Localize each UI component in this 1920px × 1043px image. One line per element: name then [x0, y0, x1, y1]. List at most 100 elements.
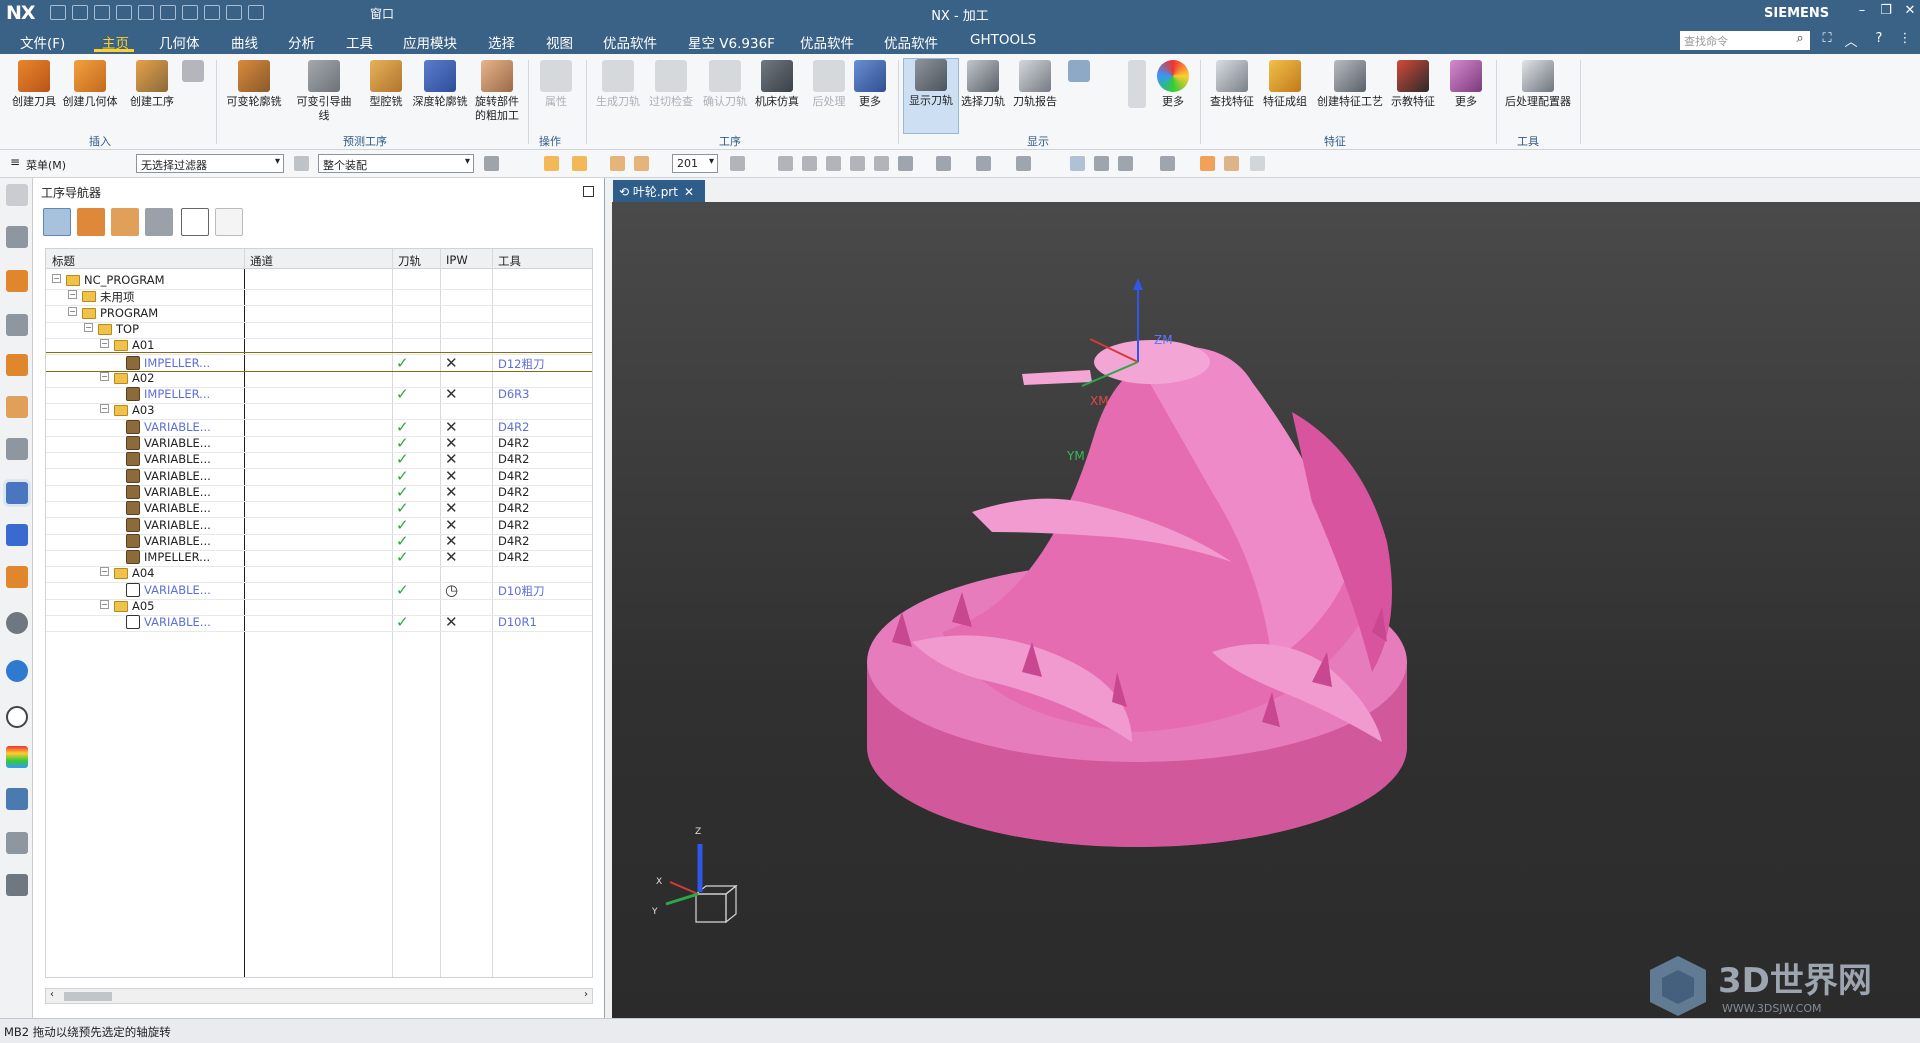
assembly-navigator-icon[interactable]: [6, 226, 28, 248]
view-fit-icon[interactable]: [898, 156, 913, 171]
expand-toggle-icon[interactable]: −: [100, 600, 109, 609]
col-channel[interactable]: 通道: [250, 253, 273, 269]
machine-tool-view-icon[interactable]: [77, 208, 105, 236]
snap-4-icon[interactable]: [826, 156, 841, 171]
scrollbar-thumb[interactable]: [64, 992, 112, 1001]
geometry-view-icon[interactable]: [111, 208, 139, 236]
verify-path-button[interactable]: 确认刀轨: [697, 60, 753, 109]
post-configurator-button[interactable]: 后处理配置器: [1500, 60, 1576, 109]
more-feature-button[interactable]: 更多: [1440, 60, 1492, 109]
add-column-icon[interactable]: [181, 208, 209, 236]
menu-youpin-3[interactable]: 优品软件: [884, 32, 938, 52]
variable-guide-curve-button[interactable]: 可变引导曲线: [292, 60, 356, 123]
menu-select[interactable]: 选择: [488, 32, 515, 52]
close-tab-icon[interactable]: ✕: [684, 185, 694, 199]
roles-icon[interactable]: [6, 832, 28, 854]
settings-icon[interactable]: [6, 184, 28, 206]
feature-group-button[interactable]: 特征成组: [1257, 60, 1313, 109]
layer-manager-icon[interactable]: [1160, 156, 1175, 171]
fullscreen-icon[interactable]: ⛶: [1818, 31, 1836, 49]
col-toolpath[interactable]: 刀轨: [398, 253, 421, 269]
select-body-icon[interactable]: [610, 156, 625, 171]
more-icon[interactable]: ⋮: [1896, 31, 1914, 49]
generate-path-button[interactable]: 生成刀轨: [590, 60, 646, 109]
select-face-icon[interactable]: [634, 156, 649, 171]
reuse-library-icon[interactable]: [6, 354, 28, 376]
close-icon[interactable]: ✕: [1898, 3, 1920, 23]
horizontal-scrollbar[interactable]: ‹ ›: [45, 988, 593, 1004]
hide-icon[interactable]: [1118, 156, 1133, 171]
constraint-navigator-icon[interactable]: [6, 270, 28, 292]
impeller-model[interactable]: ZM XM YM: [612, 202, 1920, 1018]
history-icon[interactable]: [6, 706, 28, 728]
help-icon[interactable]: ?: [1870, 31, 1888, 49]
col-ipw[interactable]: IPW: [446, 253, 468, 267]
expand-toggle-icon[interactable]: −: [100, 404, 109, 414]
expand-toggle-icon[interactable]: −: [84, 322, 93, 332]
measure-icon[interactable]: [1224, 156, 1239, 171]
menu-application[interactable]: 应用模块: [403, 32, 457, 52]
expand-toggle-icon[interactable]: −: [100, 339, 109, 349]
path-report-button[interactable]: 刀轨报告: [1007, 60, 1063, 109]
create-geometry-button[interactable]: 创建几何体: [62, 60, 118, 109]
color-icon[interactable]: [1200, 156, 1215, 171]
menu-analysis[interactable]: 分析: [288, 32, 315, 52]
machining-feature-icon[interactable]: [6, 566, 28, 588]
select-feature-icon[interactable]: [572, 156, 587, 171]
web-browser-icon[interactable]: [6, 660, 28, 682]
info-icon[interactable]: [6, 612, 28, 634]
cavity-mill-button[interactable]: 型腔铣: [358, 60, 414, 109]
col-tool[interactable]: 工具: [498, 253, 521, 269]
menu-curve[interactable]: 曲线: [231, 32, 258, 52]
program-order-view-icon[interactable]: [43, 208, 71, 236]
type-filter-select[interactable]: 无选择过滤器: [136, 154, 284, 173]
expand-toggle-icon[interactable]: −: [68, 306, 77, 316]
feature-navigator-icon[interactable]: [6, 524, 28, 546]
create-feature-process-button[interactable]: 创建特征工艺: [1314, 60, 1386, 109]
part-tab[interactable]: ⟲ 叶轮.prt ✕: [613, 180, 705, 202]
snap-5-icon[interactable]: [850, 156, 865, 171]
filter-icon[interactable]: [294, 156, 309, 171]
render-style-icon[interactable]: [976, 156, 991, 171]
menu-geometry[interactable]: 几何体: [159, 32, 200, 52]
snap-2-icon[interactable]: [778, 156, 793, 171]
machine-navigator-icon[interactable]: [6, 438, 28, 460]
minimize-icon[interactable]: –: [1850, 3, 1874, 23]
assembly-scope-select[interactable]: 整个装配: [318, 154, 474, 173]
snap-3-icon[interactable]: [802, 156, 817, 171]
more-operations-button[interactable]: 更多: [845, 60, 895, 109]
find-feature-button[interactable]: 查找特征: [1204, 60, 1260, 109]
cam-library-icon[interactable]: [6, 874, 28, 896]
remove-column-icon[interactable]: [215, 208, 243, 236]
edge-style-icon[interactable]: [1016, 156, 1031, 171]
expand-toggle-icon[interactable]: −: [68, 290, 77, 300]
shade-icon[interactable]: [936, 156, 951, 171]
graphics-window[interactable]: ZM XM YM Z X Y 3D世界网 WWW.3DSJW.COM: [612, 202, 1920, 1018]
process-studio-icon[interactable]: [6, 788, 28, 810]
maximize-panel-icon[interactable]: [583, 186, 594, 197]
selection-options-icon[interactable]: [484, 156, 499, 171]
system-visualization-icon[interactable]: [6, 746, 28, 768]
part-navigator-icon[interactable]: [6, 314, 28, 336]
menu-xingkong[interactable]: 星空 V6.936F: [688, 32, 775, 52]
restore-icon[interactable]: ❐: [1874, 3, 1898, 23]
snap-6-icon[interactable]: [874, 156, 889, 171]
expand-toggle-icon[interactable]: −: [100, 567, 109, 577]
expand-toggle-icon[interactable]: −: [100, 371, 109, 381]
snap-point-icon[interactable]: [544, 156, 559, 171]
menu-youpin-2[interactable]: 优品软件: [800, 32, 854, 52]
pencil-icon[interactable]: [1250, 156, 1265, 171]
teach-feature-button[interactable]: 示教特征: [1385, 60, 1441, 109]
menu-button[interactable]: 菜单(M): [26, 157, 66, 173]
machine-simulation-button[interactable]: 机床仿真: [749, 60, 805, 109]
insert-extra-button[interactable]: [178, 60, 208, 85]
machining-method-view-icon[interactable]: [145, 208, 173, 236]
snap-1-icon[interactable]: [730, 156, 745, 171]
variable-contour-button[interactable]: 可变轮廓铣: [226, 60, 282, 109]
visibility-icon[interactable]: [1094, 156, 1109, 171]
expand-toggle-icon[interactable]: −: [52, 274, 61, 283]
more-display-button[interactable]: 更多: [1148, 60, 1198, 109]
properties-button[interactable]: 属性: [530, 60, 582, 109]
menu-ghtools[interactable]: GHTOOLS: [970, 32, 1036, 48]
rotary-rough-button[interactable]: 旋转部件 的粗加工: [468, 60, 526, 123]
